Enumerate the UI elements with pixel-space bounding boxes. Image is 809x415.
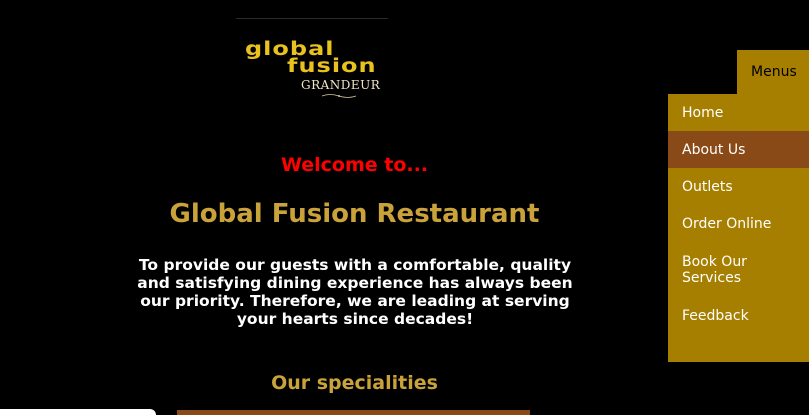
top-divider <box>236 18 388 19</box>
menu-item-outlets[interactable]: Outlets <box>668 168 809 205</box>
welcome-text: Welcome to... <box>280 154 429 176</box>
side-menu: Home About Us Outlets Order Online Book … <box>668 94 809 362</box>
menu-item-order-online[interactable]: Order Online <box>668 205 809 242</box>
menu-item-feedback[interactable]: Feedback <box>668 296 809 336</box>
logo-ornament-icon <box>321 94 357 98</box>
menu-item-book-our-services[interactable]: Book Our Services <box>668 242 809 296</box>
restaurant-title: Global Fusion Restaurant <box>169 199 540 229</box>
page: global fusion GRANDEUR Welcome to... Glo… <box>0 0 809 415</box>
specialities-banner <box>177 410 530 415</box>
menu-item-home[interactable]: Home <box>668 94 809 131</box>
menus-toggle-button[interactable]: Menus <box>737 50 809 94</box>
bottom-panel-left <box>0 409 156 415</box>
site-logo[interactable]: global fusion GRANDEUR <box>243 36 383 102</box>
mission-statement: To provide our guests with a comfortable… <box>137 256 573 328</box>
logo-word-fusion: fusion <box>287 54 377 77</box>
logo-subtitle: GRANDEUR <box>301 78 381 92</box>
specialities-heading: Our specialities <box>271 372 438 394</box>
menu-item-about-us[interactable]: About Us <box>668 131 809 168</box>
